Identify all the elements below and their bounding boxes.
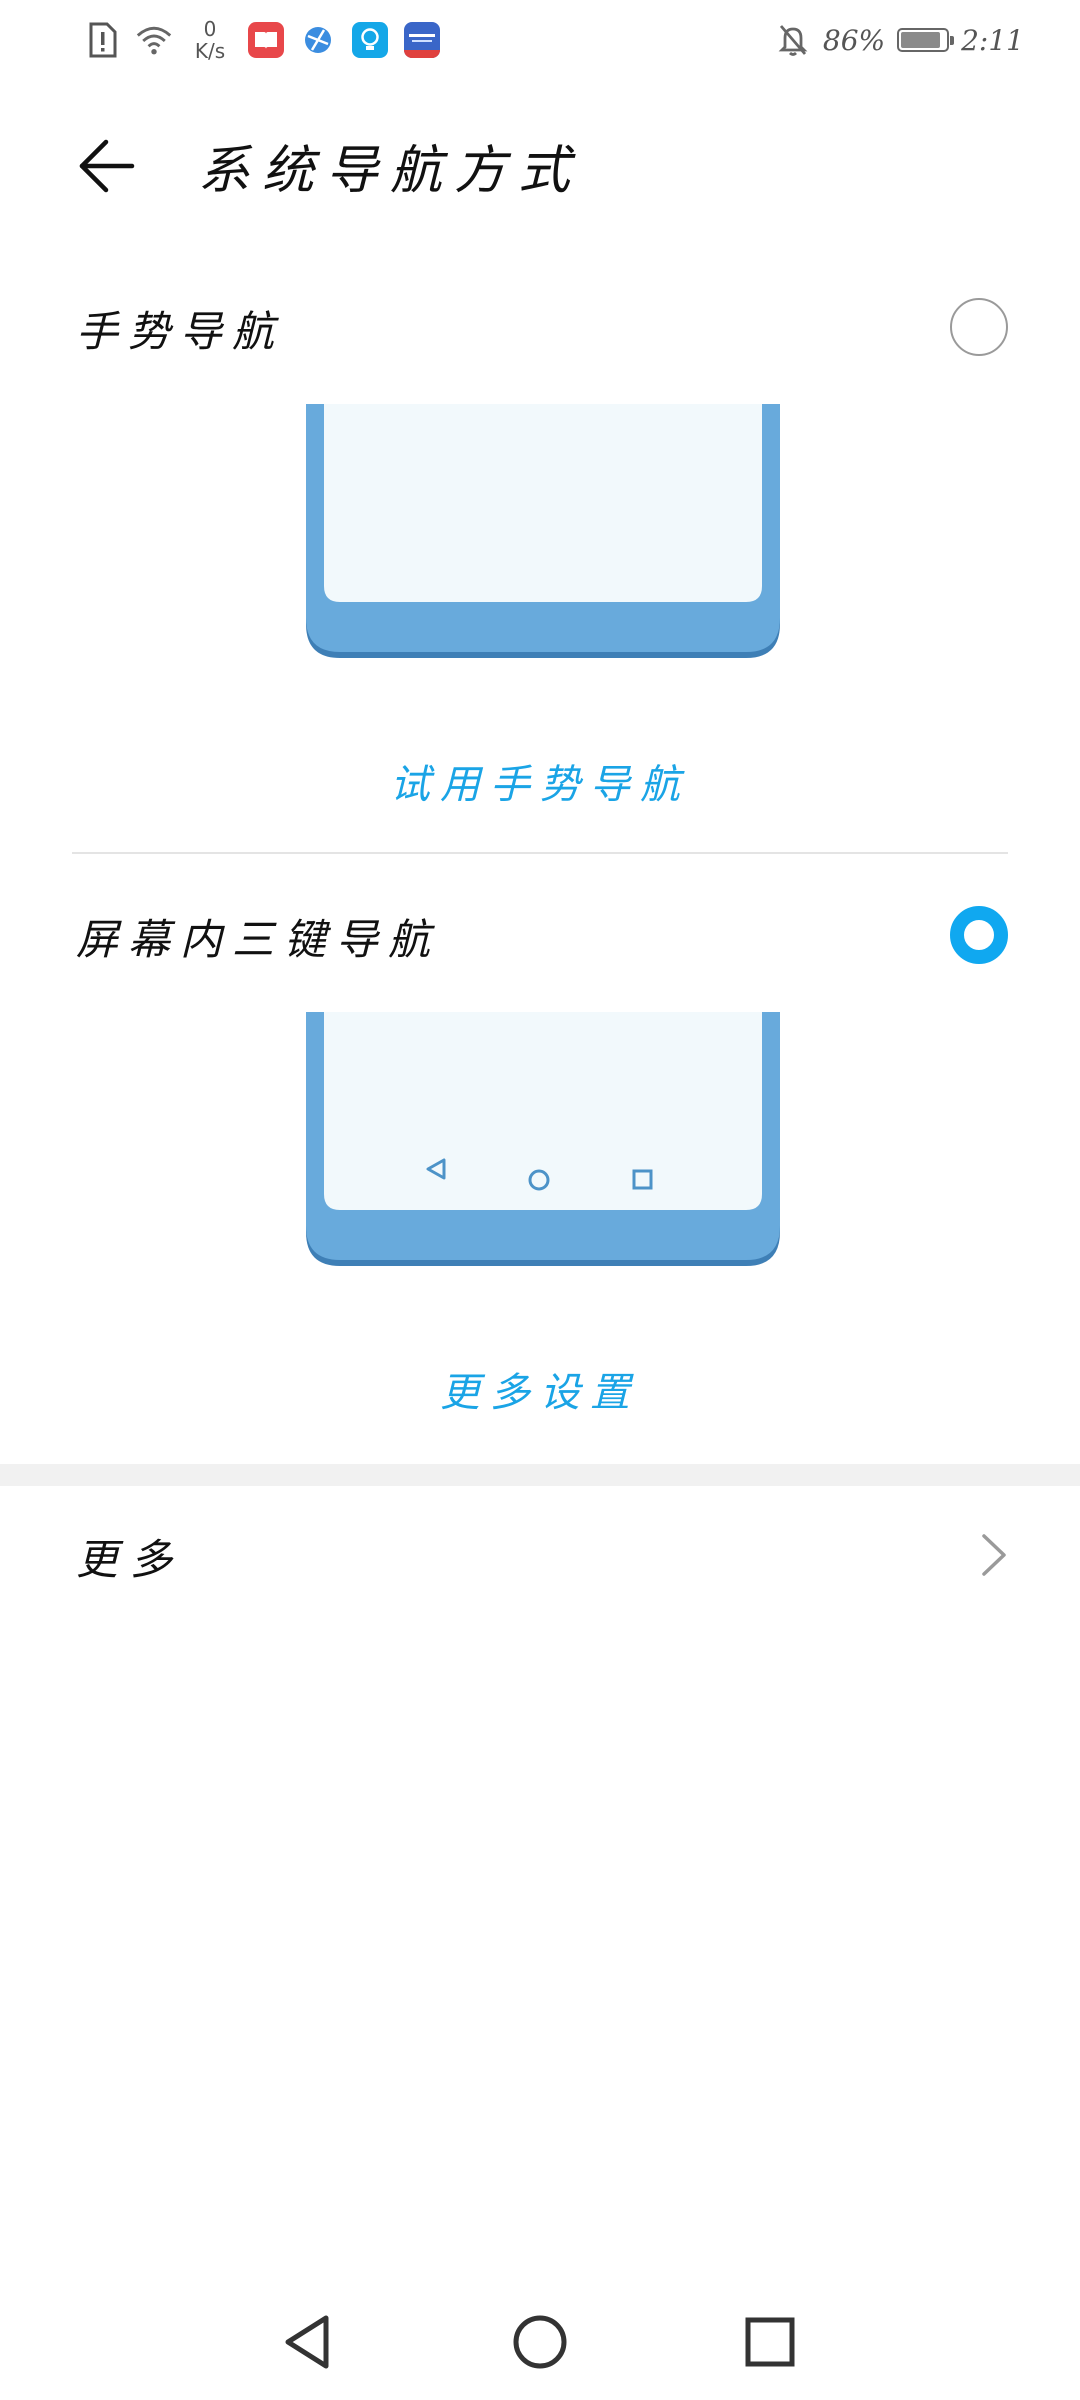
home-circle-icon	[513, 2315, 567, 2369]
browser-app-icon	[300, 22, 336, 58]
option-label: 手势导航	[76, 307, 285, 356]
netspeed-unit: K/s	[194, 39, 226, 63]
back-triangle-icon	[285, 2315, 329, 2369]
more-label: 更多	[76, 1535, 185, 1584]
ticket-app-icon	[404, 22, 440, 58]
option-gesture-nav[interactable]: 手势导航	[0, 276, 1080, 376]
nav-recents-button[interactable]	[730, 2302, 810, 2382]
status-left: 0 K/s	[84, 14, 440, 66]
option-three-key-nav[interactable]: 屏幕内三键导航	[0, 884, 1080, 984]
system-nav-bar	[0, 2280, 1080, 2400]
battery-icon	[897, 28, 955, 52]
bell-muted-icon	[775, 22, 811, 58]
three-key-nav-illustration	[306, 1012, 780, 1268]
nav-home-button[interactable]	[500, 2302, 580, 2382]
screen: 0 K/s 86% 2:11 系统导航方式 手势导航 试用手势导航 屏幕内三键导…	[0, 0, 1080, 2400]
wifi-icon	[136, 22, 172, 58]
sim-alert-icon	[84, 22, 120, 58]
back-button[interactable]	[66, 126, 146, 206]
section-gap	[0, 1464, 1080, 1486]
netspeed-value: 0	[203, 17, 217, 41]
more-row[interactable]: 更多	[0, 1486, 1080, 1626]
radio-three-key-nav[interactable]	[950, 906, 1008, 964]
try-gesture-nav-link[interactable]: 试用手势导航	[0, 752, 1080, 810]
header: 系统导航方式	[0, 110, 1080, 210]
page-title: 系统导航方式	[198, 141, 583, 201]
nav-back-button[interactable]	[268, 2302, 348, 2382]
clock: 2:11	[961, 23, 1024, 57]
chevron-right-icon	[982, 1534, 1006, 1576]
divider	[72, 852, 1008, 854]
book-app-icon	[248, 22, 284, 58]
lightbulb-app-icon	[352, 22, 388, 58]
recents-square-icon	[745, 2317, 795, 2367]
battery-percent: 86%	[822, 23, 886, 57]
status-right: 86% 2:11	[775, 14, 1024, 66]
option-label: 屏幕内三键导航	[76, 915, 441, 964]
radio-gesture-nav[interactable]	[950, 298, 1008, 356]
netspeed: 0 K/s	[188, 18, 232, 62]
more-settings-link[interactable]: 更多设置	[0, 1360, 1080, 1418]
gesture-nav-illustration	[306, 404, 780, 660]
arrow-left-icon	[79, 139, 135, 193]
status-bar: 0 K/s 86% 2:11	[0, 0, 1080, 80]
